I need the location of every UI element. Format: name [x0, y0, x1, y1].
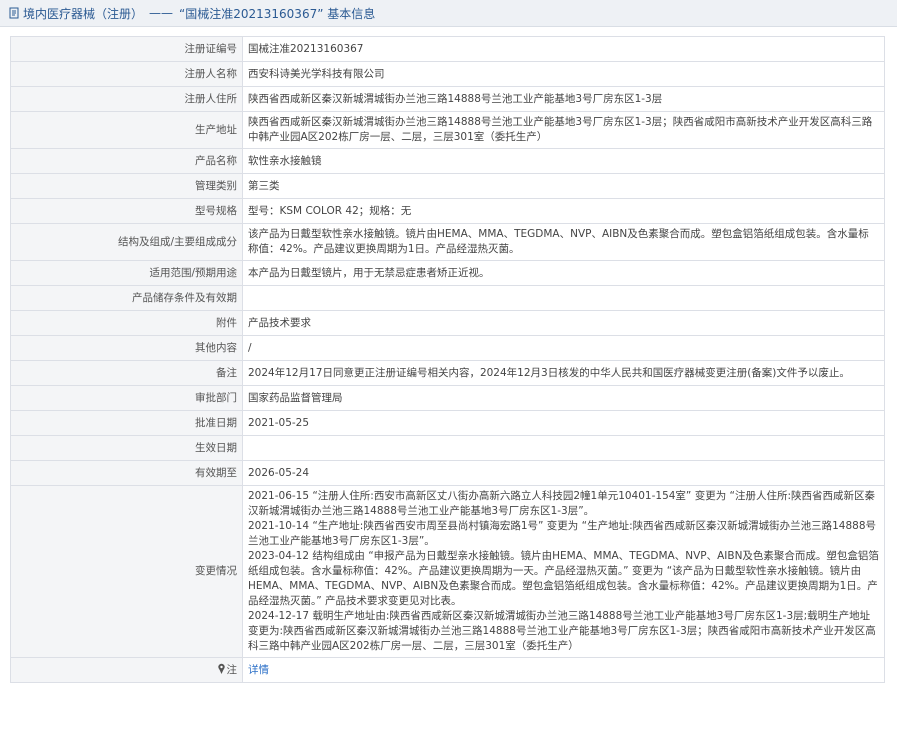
pin-icon — [217, 663, 225, 674]
row-label: 生产地址 — [10, 111, 243, 149]
row-value: 国家药品监督管理局 — [242, 385, 885, 411]
note-label-cell: 注 — [10, 657, 243, 683]
breadcrumb-separator: —— — [149, 6, 174, 20]
row-label: 注册人住所 — [10, 86, 243, 112]
row-label: 审批部门 — [10, 385, 243, 411]
table-row: 适用范围/预期用途 本产品为日戴型镜片，用于无禁忌症患者矫正近视。 — [10, 260, 885, 286]
row-value: 型号：KSM COLOR 42；规格：无 — [242, 198, 885, 224]
change-item: 2024-12-17 载明生产地址由:陕西省西咸新区秦汉新城渭城街办兰池三路14… — [248, 610, 876, 652]
table-row: 注册人住所 陕西省西咸新区秦汉新城渭城街办兰池三路14888号兰池工业产能基地3号… — [10, 86, 885, 112]
table-row: 产品名称 软性亲水接触镜 — [10, 148, 885, 174]
table-row: 型号规格 型号：KSM COLOR 42；规格：无 — [10, 198, 885, 224]
table-row: 附件 产品技术要求 — [10, 310, 885, 336]
row-label: 产品名称 — [10, 148, 243, 174]
table-row: 注册证编号 国械注准20213160367 — [10, 36, 885, 62]
table-row: 批准日期 2021-05-25 — [10, 410, 885, 436]
table-row: 生效日期 — [10, 435, 885, 461]
row-label: 批准日期 — [10, 410, 243, 436]
row-value: 软性亲水接触镜 — [242, 148, 885, 174]
table-row: 结构及组成/主要组成成分 该产品为日戴型软性亲水接触镜。镜片由HEMA、MMA、T… — [10, 223, 885, 261]
detail-table: 注册证编号 国械注准20213160367 注册人名称 西安科诗美光学科技有限公司 注册… — [10, 36, 885, 683]
document-icon — [9, 7, 19, 19]
row-label: 型号规格 — [10, 198, 243, 224]
row-label: 结构及组成/主要组成成分 — [10, 223, 243, 261]
row-label: 管理类别 — [10, 173, 243, 199]
row-label: 注册证编号 — [10, 36, 243, 62]
row-value: 2024年12月17日同意更正注册证编号相关内容，2024年12月3日核发的中华… — [242, 360, 885, 386]
row-label: 注册人名称 — [10, 61, 243, 87]
breadcrumb[interactable]: 境内医疗器械（注册） — [23, 5, 143, 22]
change-item: 2021-10-14 “生产地址:陕西省西安市周至县尚村镇海宏路1号” 变更为 … — [248, 520, 877, 547]
page-title: “国械注准20213160367” 基本信息 — [179, 6, 376, 21]
row-label: 附件 — [10, 310, 243, 336]
row-value: / — [242, 335, 885, 361]
table-row: 管理类别 第三类 — [10, 173, 885, 199]
row-value: 西安科诗美光学科技有限公司 — [242, 61, 885, 87]
row-label: 其他内容 — [10, 335, 243, 361]
row-value: 本产品为日戴型镜片，用于无禁忌症患者矫正近视。 — [242, 260, 885, 286]
table-row: 生产地址 陕西省西咸新区秦汉新城渭城街办兰池三路14888号兰池工业产能基地3号厂… — [10, 111, 885, 149]
page-header: 境内医疗器械（注册） —— “国械注准20213160367” 基本信息 — [0, 0, 897, 27]
change-item: 2021-06-15 “注册人住所:西安市高新区丈八街办高新六路立人科技园2幢1… — [248, 490, 876, 517]
row-label: 备注 — [10, 360, 243, 386]
table-row-changes: 变更情况 2021-06-15 “注册人住所:西安市高新区丈八街办高新六路立人科… — [10, 485, 885, 658]
row-label: 产品储存条件及有效期 — [10, 285, 243, 311]
row-label: 适用范围/预期用途 — [10, 260, 243, 286]
row-value: 第三类 — [242, 173, 885, 199]
table-row: 其他内容 / — [10, 335, 885, 361]
row-label: 生效日期 — [10, 435, 243, 461]
row-value — [242, 285, 885, 311]
row-label: 有效期至 — [10, 460, 243, 486]
row-value: 国械注准20213160367 — [242, 36, 885, 62]
row-value: 陕西省西咸新区秦汉新城渭城街办兰池三路14888号兰池工业产能基地3号厂房东区1… — [242, 111, 885, 149]
details-link[interactable]: 详情 — [248, 664, 269, 676]
table-row: 产品储存条件及有效期 — [10, 285, 885, 311]
table-row: 备注 2024年12月17日同意更正注册证编号相关内容，2024年12月3日核发的… — [10, 360, 885, 386]
table-row: 有效期至 2026-05-24 — [10, 460, 885, 486]
row-value: 产品技术要求 — [242, 310, 885, 336]
row-value: 2021-05-25 — [242, 410, 885, 436]
row-label: 变更情况 — [10, 485, 243, 658]
table-row: 审批部门 国家药品监督管理局 — [10, 385, 885, 411]
changes-list: 2021-06-15 “注册人住所:西安市高新区丈八街办高新六路立人科技园2幢1… — [242, 485, 885, 658]
table-row: 注册人名称 西安科诗美光学科技有限公司 — [10, 61, 885, 87]
change-item: 2023-04-12 结构组成由 “申报产品为日戴型亲水接触镜。镜片由HEMA、… — [248, 550, 879, 607]
note-value: 详情 — [242, 657, 885, 683]
row-value: 陕西省西咸新区秦汉新城渭城街办兰池三路14888号兰池工业产能基地3号厂房东区1… — [242, 86, 885, 112]
row-value: 该产品为日戴型软性亲水接触镜。镜片由HEMA、MMA、TEGDMA、NVP、AI… — [242, 223, 885, 261]
row-label: 注 — [226, 663, 238, 676]
row-value — [242, 435, 885, 461]
table-row-note: 注 详情 — [10, 657, 885, 683]
row-value: 2026-05-24 — [242, 460, 885, 486]
